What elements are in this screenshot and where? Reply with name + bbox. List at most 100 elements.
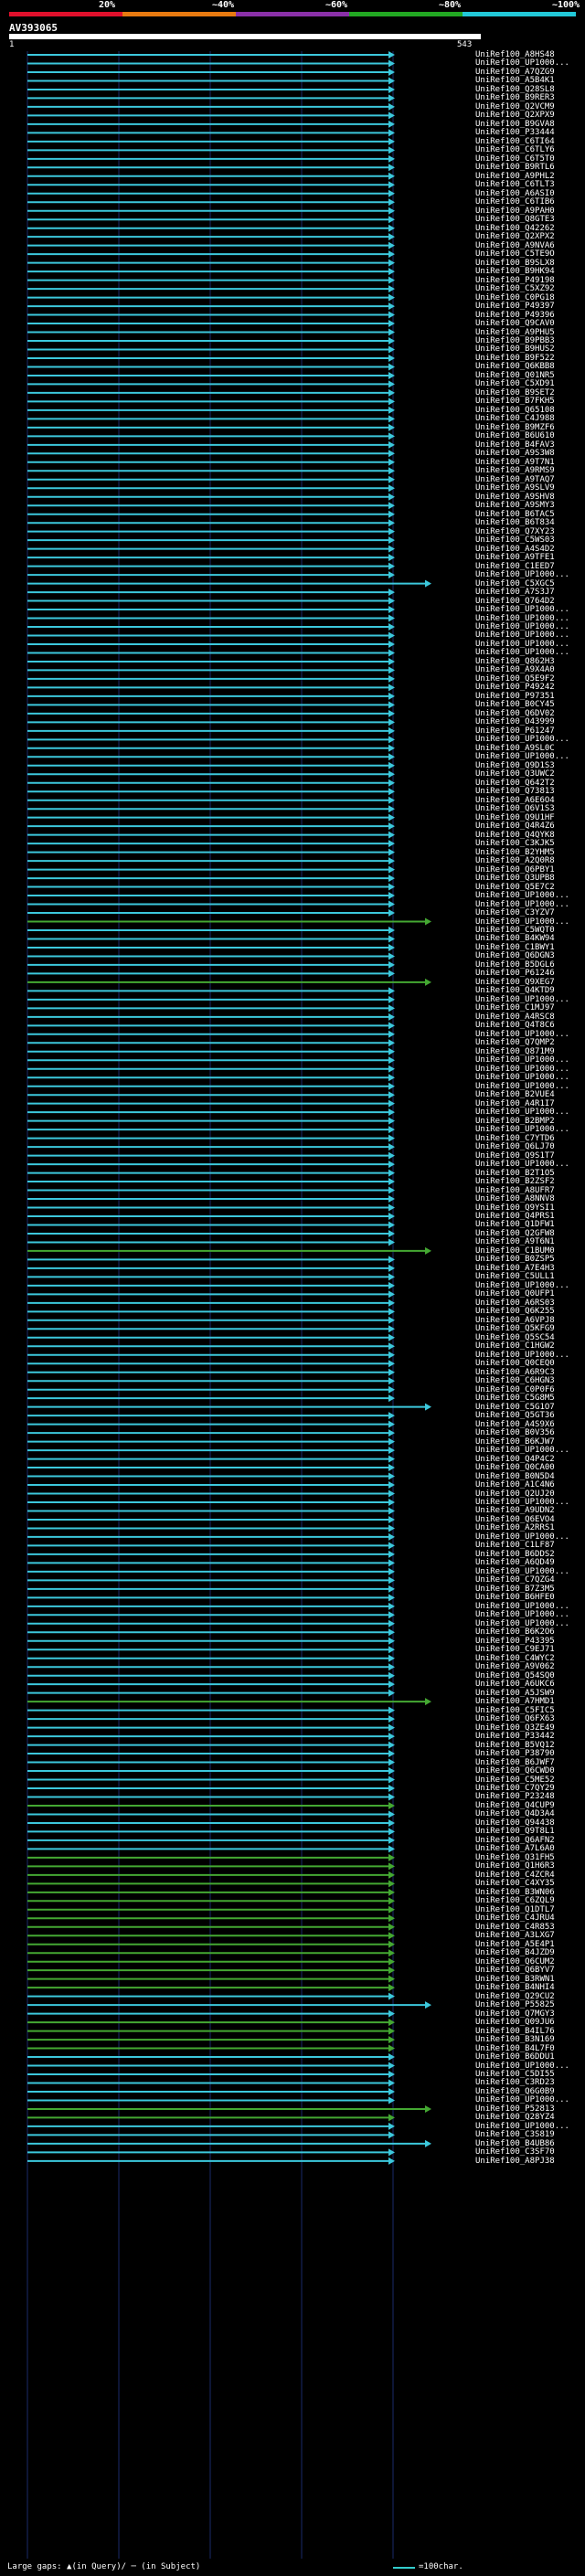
hit-arrow <box>388 1342 395 1351</box>
hit-arrow <box>388 146 395 154</box>
hit-arrow <box>388 1004 395 1012</box>
hit-arrow <box>388 1689 395 1697</box>
hit-arrow <box>388 701 395 709</box>
hit-arrow <box>388 1542 395 1550</box>
hit-arrow <box>388 1117 395 1125</box>
hit-arrow <box>388 1532 395 1541</box>
hit-arrow <box>388 354 395 362</box>
hit-arrow <box>388 2122 395 2130</box>
hit-arrow <box>388 726 395 735</box>
hit-arrow <box>388 2114 395 2122</box>
hit-arrow <box>388 623 395 631</box>
hit-arrow <box>388 1880 395 1888</box>
hit-arrow <box>388 1264 395 1272</box>
hit-arrow <box>388 857 395 865</box>
hit-arrow <box>388 311 395 319</box>
hit-arrow <box>388 1602 395 1610</box>
hit-arrow <box>388 865 395 874</box>
hit-arrow <box>425 579 431 588</box>
hit-arrow <box>388 1871 395 1879</box>
hit-arrow <box>388 1325 395 1333</box>
hit-arrow <box>388 1178 395 1186</box>
hit-arrow <box>388 1022 395 1030</box>
hit-arrow <box>388 527 395 535</box>
hit-arrow <box>388 597 395 605</box>
hit-arrow <box>388 371 395 379</box>
hit-arrow <box>388 970 395 978</box>
hit-arrow <box>388 328 395 336</box>
hit-arrow <box>388 1767 395 1776</box>
hit-arrow <box>388 666 395 674</box>
hit-label[interactable]: UniRef100_A6QD49 <box>475 1558 555 1567</box>
hit-arrow <box>388 233 395 241</box>
hit-arrow <box>388 1360 395 1368</box>
hit-arrow <box>388 536 395 545</box>
hit-arrow <box>388 337 395 345</box>
hit-arrow <box>388 943 395 951</box>
hit-arrow <box>388 102 395 111</box>
hit-arrow <box>388 1646 395 1654</box>
hit-arrow <box>388 1481 395 1489</box>
hit-label[interactable]: UniRef100_C5ME52 <box>475 1776 555 1785</box>
hit-arrow <box>388 1464 395 1472</box>
hit-arrow <box>388 1039 395 1047</box>
hit-arrow <box>388 2053 395 2062</box>
hit-arrow <box>388 606 395 614</box>
hit-arrow <box>388 588 395 597</box>
hit-label[interactable]: UniRef100_C3YZV7 <box>475 908 555 917</box>
hit-arrow <box>388 554 395 562</box>
hit-label[interactable]: UniRef100_A8PJ38 <box>475 2157 555 2166</box>
hit-arrow <box>388 1897 395 1905</box>
hit-arrow <box>388 1984 395 1992</box>
hit-label[interactable]: UniRef100_UP1000... <box>475 1125 569 1134</box>
hit-arrow <box>388 1671 395 1680</box>
hit-arrow <box>388 875 395 883</box>
scale-line <box>393 2567 415 2569</box>
hit-arrow <box>388 813 395 822</box>
hit-arrow <box>388 1853 395 1861</box>
scale-label: =100char. <box>419 2562 463 2571</box>
hit-arrow <box>388 1949 395 1957</box>
hit-arrow <box>388 571 395 579</box>
hit-arrow <box>388 154 395 163</box>
hit-arrow <box>388 1706 395 1714</box>
hit-arrow <box>425 1403 431 1411</box>
hit-arrow <box>388 1801 395 1809</box>
hit-arrow <box>388 458 395 466</box>
hit-arrow <box>388 432 395 440</box>
hit-arrow <box>388 1065 395 1073</box>
hit-arrow <box>388 1472 395 1480</box>
hit-arrow <box>388 692 395 700</box>
hit-arrow <box>388 1012 395 1021</box>
hit-label[interactable]: UniRef100_B9SLX8 <box>475 259 555 268</box>
hit-arrow <box>388 241 395 249</box>
hit-arrow <box>388 1594 395 1602</box>
hit-arrow <box>388 440 395 449</box>
hit-arrow <box>388 85 395 93</box>
hit-arrow <box>388 960 395 969</box>
hit-arrow <box>388 848 395 856</box>
hit-arrow <box>388 189 395 197</box>
hit-arrow <box>388 475 395 483</box>
hit-label[interactable]: UniRef100_P97351 <box>475 692 555 701</box>
hit-arrow <box>425 1698 431 1706</box>
hit-arrow <box>388 1680 395 1689</box>
hit-arrow <box>388 250 395 259</box>
hit-arrow <box>388 415 395 423</box>
hit-label[interactable]: UniRef100_Q29CU2 <box>475 1992 555 2001</box>
hit-arrow <box>388 1637 395 1645</box>
hit-arrow <box>388 952 395 960</box>
hit-arrow <box>388 1299 395 1307</box>
hit-arrow <box>388 1108 395 1117</box>
hit-arrow <box>388 1628 395 1637</box>
hit-arrow <box>388 207 395 215</box>
hit-arrow <box>388 1723 395 1732</box>
hit-arrow <box>425 2139 431 2147</box>
hit-label[interactable]: UniRef100_C1HGW2 <box>475 1341 555 1351</box>
hit-label[interactable]: UniRef100_A9TAQ7 <box>475 475 555 484</box>
hit-arrow <box>388 1559 395 1567</box>
hit-arrow <box>388 1741 395 1749</box>
hit-arrow <box>388 1377 395 1385</box>
hit-arrow <box>388 987 395 995</box>
hit-arrow <box>388 493 395 501</box>
